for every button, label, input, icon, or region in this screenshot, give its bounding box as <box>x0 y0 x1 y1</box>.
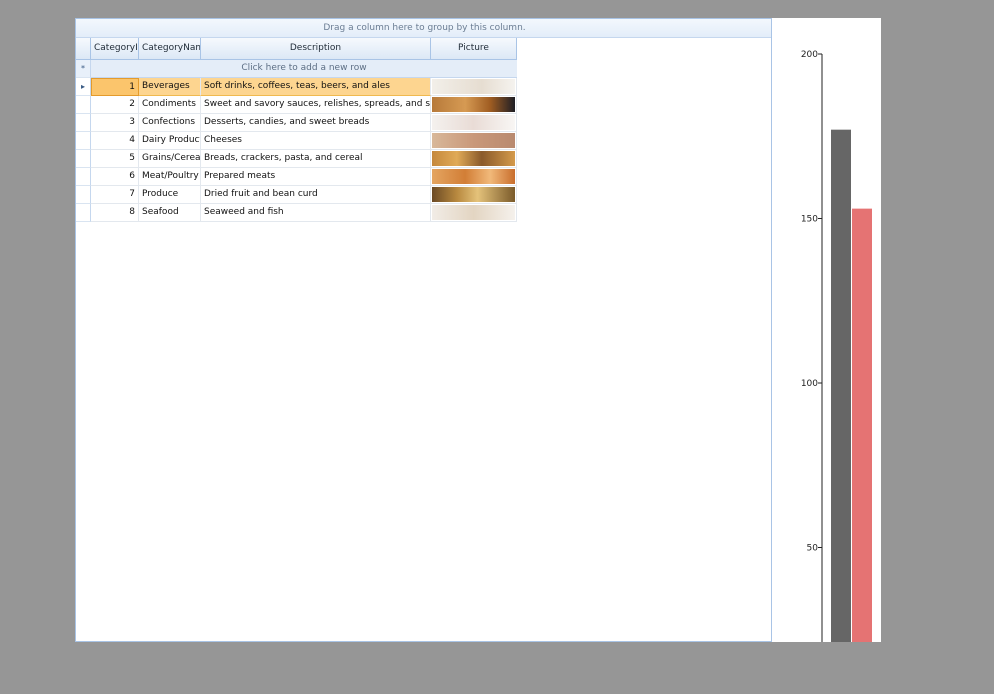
grid-header-row: CategoryID CategoryName Description Pict… <box>76 38 517 60</box>
app-window: Drag a column here to group by this colu… <box>75 18 881 642</box>
cell-categoryname[interactable]: Grains/Cereals <box>139 150 201 168</box>
cell-categoryname[interactable]: Meat/Poultry <box>139 168 201 186</box>
row-selector[interactable] <box>76 150 91 168</box>
cell-categoryid[interactable]: 6 <box>91 168 139 186</box>
cell-picture[interactable] <box>431 150 517 168</box>
cell-description[interactable]: Breads, crackers, pasta, and cereal <box>201 150 431 168</box>
table-row[interactable]: 5Grains/CerealsBreads, crackers, pasta, … <box>76 150 517 168</box>
table-row[interactable]: 2 Condiments Sweet and savory sauces, reli… <box>76 96 517 114</box>
cell-picture[interactable] <box>431 168 517 186</box>
cell-categoryid[interactable]: 7 <box>91 186 139 204</box>
cell-description[interactable]: Seaweed and fish <box>201 204 431 222</box>
row-selector[interactable] <box>76 186 91 204</box>
cell-categoryid[interactable]: 5 <box>91 150 139 168</box>
cell-picture[interactable] <box>431 132 517 150</box>
data-grid[interactable]: Drag a column here to group by this colu… <box>75 18 772 642</box>
cell-description[interactable]: Dried fruit and bean curd <box>201 186 431 204</box>
cell-picture[interactable] <box>431 78 517 96</box>
y-tick-label: 50 <box>807 544 819 554</box>
confections-photo <box>432 115 515 130</box>
table-row[interactable]: ▸ 1 Beverages Soft drinks, coffees, teas, b… <box>76 78 517 96</box>
produce-photo <box>432 187 515 202</box>
cell-picture[interactable] <box>431 96 517 114</box>
cell-description[interactable]: Sweet and savory sauces, relishes, sprea… <box>201 96 431 114</box>
condiments-photo <box>432 97 515 112</box>
chart-panel: 200 150 100 50 <box>772 18 881 642</box>
cell-categoryid[interactable]: 4 <box>91 132 139 150</box>
bar-series-2[interactable] <box>852 208 872 642</box>
cell-description[interactable]: Cheeses <box>201 132 431 150</box>
cell-categoryname[interactable]: Produce <box>139 186 201 204</box>
meat-photo <box>432 169 515 184</box>
bar-series-1[interactable] <box>831 129 851 642</box>
y-tick-label: 200 <box>801 50 818 60</box>
cell-categoryname[interactable]: Beverages <box>139 78 201 96</box>
cell-categoryid[interactable]: 1 <box>91 78 139 96</box>
header-row-selector <box>76 38 91 60</box>
row-selector[interactable] <box>76 132 91 150</box>
cell-picture[interactable] <box>431 204 517 222</box>
y-tick-label: 100 <box>801 379 818 389</box>
dairy-photo <box>432 133 515 148</box>
cell-categoryid[interactable]: 8 <box>91 204 139 222</box>
grains-photo <box>432 151 515 166</box>
table-row[interactable]: 3 Confections Desserts, candies, and sweet… <box>76 114 517 132</box>
cell-categoryname[interactable]: Confections <box>139 114 201 132</box>
row-selector[interactable] <box>76 168 91 186</box>
table-row[interactable]: 4Dairy ProductsCheeses <box>76 132 517 150</box>
table-row[interactable]: 8 Seafood Seaweed and fish <box>76 204 517 222</box>
row-selector[interactable] <box>76 114 91 132</box>
cell-picture[interactable] <box>431 186 517 204</box>
column-header-description[interactable]: Description <box>201 38 431 60</box>
row-selector[interactable] <box>76 96 91 114</box>
row-selector[interactable] <box>76 204 91 222</box>
add-new-row-text[interactable]: Click here to add a new row <box>91 60 517 78</box>
cell-description[interactable]: Desserts, candies, and sweet breads <box>201 114 431 132</box>
column-header-categoryname[interactable]: CategoryName <box>139 38 201 60</box>
cell-categoryid[interactable]: 2 <box>91 96 139 114</box>
cell-picture[interactable] <box>431 114 517 132</box>
column-header-picture[interactable]: Picture <box>431 38 517 60</box>
add-new-row[interactable]: * Click here to add a new row <box>76 60 517 78</box>
cell-categoryid[interactable]: 3 <box>91 114 139 132</box>
cell-categoryname[interactable]: Dairy Products <box>139 132 201 150</box>
group-by-panel[interactable]: Drag a column here to group by this colu… <box>76 19 771 38</box>
cell-categoryname[interactable]: Condiments <box>139 96 201 114</box>
table-row[interactable]: 7 Produce Dried fruit and bean curd <box>76 186 517 204</box>
cell-description[interactable]: Soft drinks, coffees, teas, beers, and a… <box>201 78 431 96</box>
seafood-photo <box>432 205 515 220</box>
bar-chart: 200 150 100 50 <box>801 50 872 642</box>
table-row[interactable]: 6 Meat/Poultry Prepared meats <box>76 168 517 186</box>
cell-categoryname[interactable]: Seafood <box>139 204 201 222</box>
new-row-marker-icon: * <box>76 60 91 78</box>
y-tick-label: 150 <box>801 215 818 225</box>
current-row-indicator-icon[interactable]: ▸ <box>76 78 91 96</box>
cell-description[interactable]: Prepared meats <box>201 168 431 186</box>
column-header-categoryid[interactable]: CategoryID <box>91 38 139 60</box>
grid-rows: ▸ 1 Beverages Soft drinks, coffees, teas, b… <box>76 78 517 222</box>
beverages-photo <box>432 79 515 94</box>
